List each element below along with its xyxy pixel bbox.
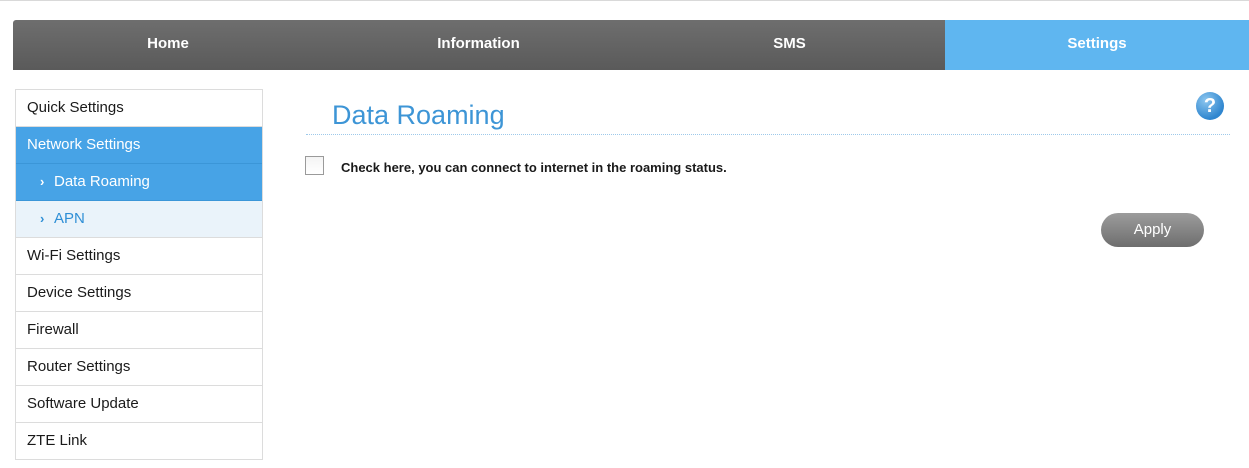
- roaming-checkbox[interactable]: [305, 156, 324, 175]
- sidebar: Quick Settings Network Settings › Data Ro…: [15, 89, 263, 460]
- roaming-checkbox-label: Check here, you can connect to internet …: [341, 160, 727, 175]
- sidebar-item-quick-settings[interactable]: Quick Settings: [16, 90, 262, 127]
- title-divider: [306, 134, 1230, 135]
- help-icon[interactable]: ?: [1196, 92, 1224, 120]
- chevron-right-icon: ›: [40, 174, 45, 189]
- apply-button[interactable]: Apply: [1101, 213, 1204, 247]
- sidebar-item-label: Quick Settings: [27, 99, 124, 116]
- tab-settings[interactable]: Settings: [945, 20, 1249, 70]
- sidebar-item-label: Router Settings: [27, 358, 131, 375]
- sidebar-item-label: ZTE Link: [27, 432, 88, 449]
- sidebar-item-device-settings[interactable]: Device Settings: [16, 275, 262, 312]
- sidebar-item-network-settings[interactable]: Network Settings: [16, 127, 262, 164]
- page-title: Data Roaming: [332, 100, 505, 130]
- sidebar-item-label: Software Update: [27, 395, 139, 412]
- tab-information[interactable]: Information: [323, 20, 634, 70]
- sidebar-item-label: Network Settings: [27, 136, 141, 153]
- sidebar-item-label: APN: [54, 210, 85, 227]
- sidebar-item-label: Device Settings: [27, 284, 132, 301]
- chevron-right-icon: ›: [40, 211, 45, 226]
- tab-sms[interactable]: SMS: [634, 20, 945, 70]
- top-navigation: Home Information SMS Settings: [13, 20, 1249, 70]
- sidebar-item-apn[interactable]: › APN: [16, 201, 262, 238]
- sidebar-item-wifi-settings[interactable]: Wi-Fi Settings: [16, 238, 262, 275]
- sidebar-item-label: Data Roaming: [54, 173, 150, 190]
- page-frame: Home Information SMS Settings Quick Sett…: [0, 0, 1249, 468]
- sidebar-item-data-roaming[interactable]: › Data Roaming: [16, 164, 262, 201]
- sidebar-item-label: Wi-Fi Settings: [27, 247, 121, 264]
- sidebar-item-label: Firewall: [27, 321, 79, 338]
- sidebar-item-firewall[interactable]: Firewall: [16, 312, 262, 349]
- sidebar-item-software-update[interactable]: Software Update: [16, 386, 262, 423]
- tab-home[interactable]: Home: [13, 20, 323, 70]
- sidebar-item-router-settings[interactable]: Router Settings: [16, 349, 262, 386]
- sidebar-item-zte-link[interactable]: ZTE Link: [16, 423, 262, 460]
